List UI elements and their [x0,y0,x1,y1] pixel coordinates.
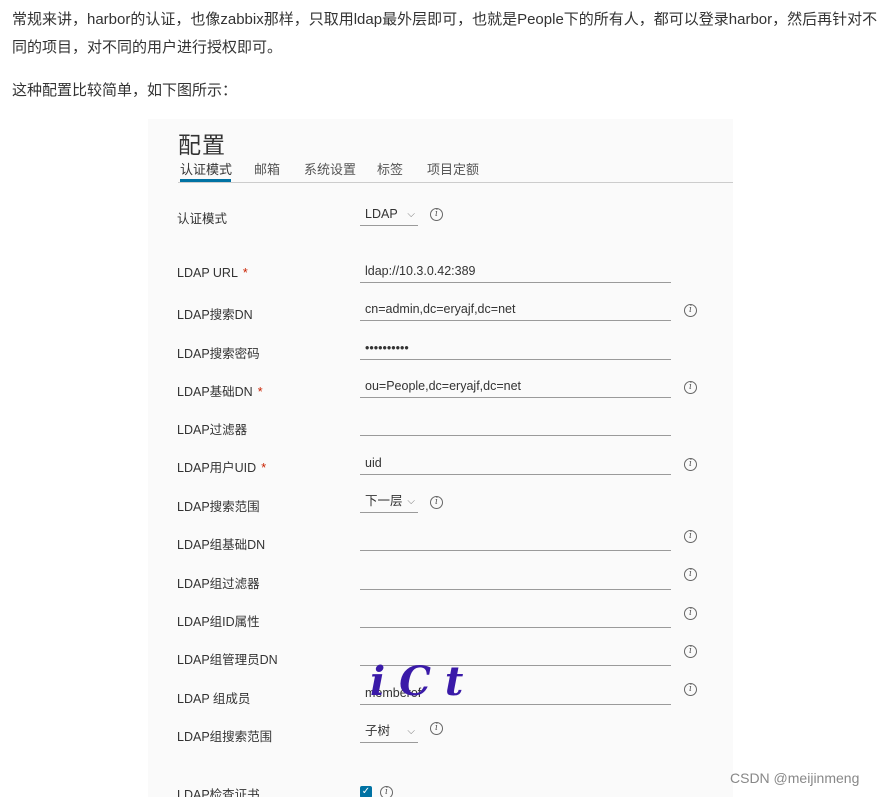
csdn-watermark: CSDN @meijinmeng [730,770,860,786]
auth-mode-label: 认证模式 [177,212,228,226]
info-icon[interactable]: i [684,645,697,658]
search-dn-label: LDAP搜索DN [177,308,253,322]
scope-label: LDAP搜索范围 [177,500,260,514]
tab-auth-mode[interactable]: 认证模式 [180,159,232,178]
info-icon[interactable]: i [684,458,697,471]
info-icon[interactable]: i [430,496,443,509]
info-icon[interactable]: i [684,607,697,620]
tabs-divider [178,182,733,183]
search-dn-input[interactable]: cn=admin,dc=eryajf,dc=net [360,300,671,321]
info-icon[interactable]: i [684,530,697,543]
chevron-down-icon: ⌵ [407,209,415,220]
article-paragraph-2: 这种配置比较简单，如下图所示： [12,82,238,99]
info-icon[interactable]: i [380,786,393,797]
base-dn-label: LDAP基础DN * [177,385,263,399]
decorative-watermark-image: i C t [370,658,464,705]
info-icon[interactable]: i [684,381,697,394]
group-scope-value: 子树 [365,724,391,738]
group-filter-label: LDAP组过滤器 [177,577,260,591]
uid-label: LDAP用户UID * [177,461,267,475]
group-scope-label: LDAP组搜索范围 [177,730,273,744]
info-icon[interactable]: i [684,683,697,696]
group-scope-select[interactable]: 子树 ⌵ [360,722,418,743]
group-base-dn-input[interactable] [360,530,671,551]
page-title: 配置 [178,132,226,158]
verify-cert-checkbox[interactable]: ✓ [360,786,372,797]
scope-select[interactable]: 下一层 ⌵ [360,492,418,513]
chevron-down-icon: ⌵ [407,726,415,737]
required-mark: * [242,266,248,280]
required-mark: * [261,461,267,475]
verify-cert-label: LDAP检查证书 [177,788,260,797]
uid-input[interactable]: uid [360,454,671,475]
info-icon[interactable]: i [430,722,443,735]
ldap-url-label: LDAP URL * [177,266,248,280]
filter-input[interactable] [360,415,671,436]
search-password-label: LDAP搜索密码 [177,347,260,361]
tab-labels[interactable]: 标签 [377,159,403,178]
info-icon[interactable]: i [684,304,697,317]
tab-project-quota[interactable]: 项目定额 [427,159,479,178]
group-id-attr-label: LDAP组ID属性 [177,615,260,629]
auth-mode-select[interactable]: LDAP ⌵ [360,205,418,226]
chevron-down-icon: ⌵ [407,496,415,507]
tab-system-settings[interactable]: 系统设置 [304,159,356,178]
group-admin-dn-label: LDAP组管理员DN [177,653,278,667]
ldap-url-input[interactable]: ldap://10.3.0.42:389 [360,262,671,283]
base-dn-input[interactable]: ou=People,dc=eryajf,dc=net [360,377,671,398]
group-member-label: LDAP 组成员 [177,692,251,706]
required-mark: * [257,385,263,399]
article-paragraph-1: 常规来讲，harbor的认证，也像zabbix那样，只取用ldap最外层即可，也… [12,11,878,56]
auth-mode-value: LDAP [365,207,398,221]
group-base-dn-label: LDAP组基础DN [177,538,266,552]
group-id-attr-input[interactable] [360,607,671,628]
scope-value: 下一层 [365,494,403,508]
info-icon[interactable]: i [430,208,443,221]
info-icon[interactable]: i [684,568,697,581]
search-password-input[interactable]: •••••••••• [360,339,671,360]
group-filter-input[interactable] [360,569,671,590]
filter-label: LDAP过滤器 [177,423,248,437]
tab-email[interactable]: 邮箱 [254,159,280,178]
